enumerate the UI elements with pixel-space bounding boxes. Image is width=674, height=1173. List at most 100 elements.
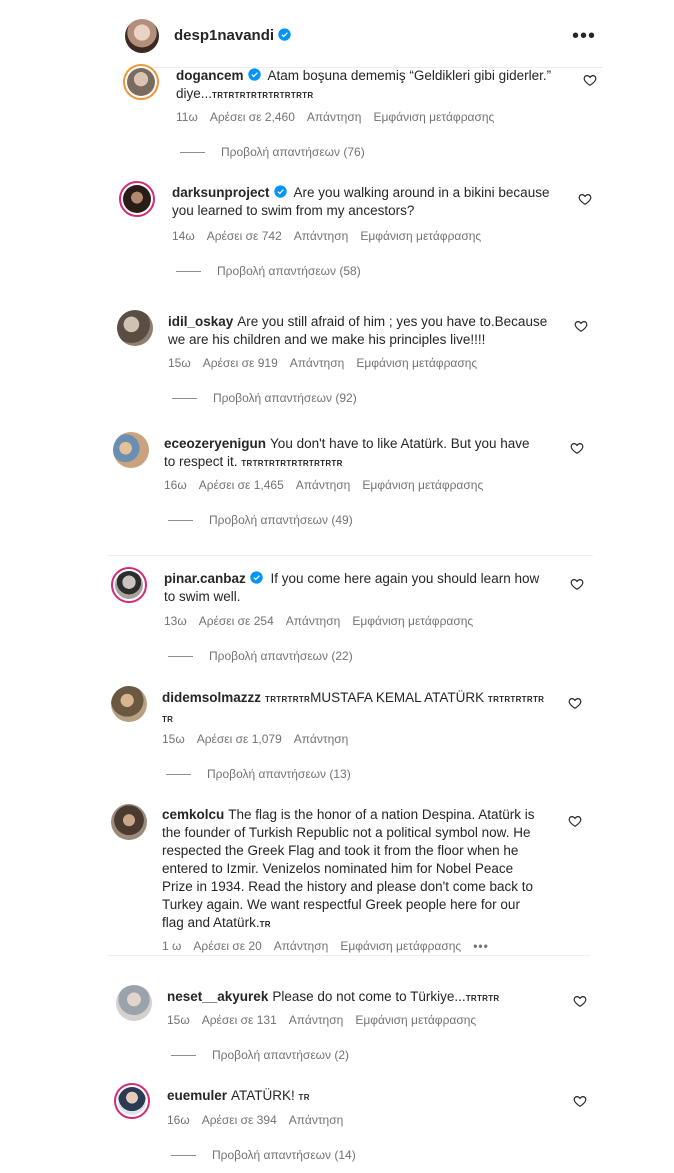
replies-line <box>168 520 193 522</box>
commenter-avatar[interactable] <box>111 804 147 840</box>
translate-button[interactable]: Εμφάνιση μετάφρασης <box>373 110 494 124</box>
verified-badge-icon <box>273 185 287 198</box>
comment-username[interactable]: euemuler <box>167 1088 227 1103</box>
likes-count[interactable]: Αρέσει σε 742 <box>207 229 282 243</box>
translate-button[interactable]: Εμφάνιση μετάφρασης <box>356 356 477 370</box>
reply-button[interactable]: Απάντηση <box>296 478 351 492</box>
heart-icon[interactable] <box>573 994 587 1008</box>
commenter-avatar[interactable] <box>113 432 149 468</box>
timestamp: 16ω <box>164 478 187 492</box>
comment-username[interactable]: dogancem <box>176 68 261 83</box>
author-avatar[interactable] <box>125 19 159 53</box>
heart-icon[interactable] <box>583 73 597 87</box>
comment-text: pinar.canbaz If you come here again you … <box>164 571 540 604</box>
commenter-avatar[interactable] <box>111 686 147 722</box>
verified-badge-icon <box>247 68 261 81</box>
view-replies-button[interactable]: Προβολή απαντήσεων (58) <box>176 264 361 278</box>
timestamp: 15ω <box>162 732 185 746</box>
comment-username[interactable]: pinar.canbaz <box>164 571 263 586</box>
likes-count[interactable]: Αρέσει σε 919 <box>203 356 278 370</box>
reply-button[interactable]: Απάντηση <box>289 1113 344 1127</box>
view-replies-button[interactable]: Προβολή απαντήσεων (13) <box>166 767 351 781</box>
reply-button[interactable]: Απάντηση <box>289 1013 344 1027</box>
turkey-flag-emoji: TRTRTRTRTRTRTRTRTR <box>212 91 314 100</box>
verified-badge-icon <box>278 28 291 41</box>
view-replies-button[interactable]: Προβολή απαντήσεων (14) <box>171 1148 356 1162</box>
comment-text: darksunproject Are you walking around in… <box>172 185 550 218</box>
comment-username[interactable]: cemkolcu <box>162 807 224 822</box>
timestamp: 1 ω <box>162 939 182 953</box>
comment-username[interactable]: neset__akyurek <box>167 989 268 1004</box>
commenter-avatar[interactable] <box>119 181 155 217</box>
reply-button[interactable]: Απάντηση <box>290 356 345 370</box>
comment-username[interactable]: idil_oskay <box>168 314 233 329</box>
heart-icon[interactable] <box>574 319 588 333</box>
replies-line <box>171 1055 196 1057</box>
likes-count[interactable]: Αρέσει σε 254 <box>199 614 274 628</box>
likes-count[interactable]: Αρέσει σε 394 <box>202 1113 277 1127</box>
heart-icon[interactable] <box>570 577 584 591</box>
comment-meta: 15ω Αρέσει σε 919 Απάντηση Εμφάνιση μετάφρα… <box>168 356 489 370</box>
comment-username[interactable]: darksunproject <box>172 185 287 200</box>
translate-button[interactable]: Εμφάνιση μετάφρασης <box>362 478 483 492</box>
commenter-avatar[interactable] <box>116 985 152 1021</box>
likes-count[interactable]: Αρέσει σε 1,079 <box>197 732 282 746</box>
divider <box>108 555 593 556</box>
view-replies-button[interactable]: Προβολή απαντήσεων (2) <box>171 1048 349 1062</box>
reply-button[interactable]: Απάντηση <box>294 732 349 746</box>
view-replies-button[interactable]: Προβολή απαντήσεων (49) <box>168 513 353 527</box>
timestamp: 15ω <box>167 1013 190 1027</box>
comment-meta: 15ω Αρέσει σε 1,079 Απάντηση <box>162 732 360 746</box>
turkey-flag-emoji: TR <box>162 715 174 724</box>
heart-icon[interactable] <box>568 696 582 710</box>
view-replies-button[interactable]: Προβολή απαντήσεων (22) <box>168 649 353 663</box>
commenter-avatar[interactable] <box>111 567 147 603</box>
comment-meta: 13ω Αρέσει σε 254 Απάντηση Εμφάνιση μετάφρα… <box>164 614 485 628</box>
likes-count[interactable]: Αρέσει σε 2,460 <box>210 110 295 124</box>
reply-button[interactable]: Απάντηση <box>274 939 329 953</box>
comment-text: dogancem Atam boşuna dememiş “Geldikleri… <box>176 68 552 101</box>
turkey-flag-emoji: TRTRTRTRTR <box>487 695 545 704</box>
translate-button[interactable]: Εμφάνιση μετάφρασης <box>360 229 481 243</box>
comment-username[interactable]: eceozeryenigun <box>164 436 266 451</box>
commenter-avatar[interactable] <box>117 310 153 346</box>
likes-count[interactable]: Αρέσει σε 1,465 <box>199 478 284 492</box>
comment-meta: 11ω Αρέσει σε 2,460 Απάντηση Εμφάνιση μετάφ… <box>176 110 506 124</box>
verified-badge-icon <box>250 571 263 584</box>
post-header: desp1navandi ••• <box>0 0 674 68</box>
heart-icon[interactable] <box>578 192 592 206</box>
timestamp: 11ω <box>176 110 198 124</box>
comment-options-button[interactable]: ••• <box>473 939 489 953</box>
comment-meta: 16ω Αρέσει σε 1,465 Απάντηση Εμφάνιση μετάφ… <box>164 478 495 492</box>
timestamp: 13ω <box>164 614 187 628</box>
comment-meta: 15ω Αρέσει σε 131 Απάντηση Εμφάνιση μετάφρα… <box>167 1013 488 1027</box>
heart-icon[interactable] <box>573 1094 587 1108</box>
comment-username[interactable]: didemsolmazzz <box>162 690 261 705</box>
reply-button[interactable]: Απάντηση <box>286 614 341 628</box>
likes-count[interactable]: Αρέσει σε 131 <box>202 1013 277 1027</box>
comment-meta: 14ω Αρέσει σε 742 Απάντηση Εμφάνιση μετάφρα… <box>172 229 493 243</box>
turkey-flag-emoji: TRTRTRTR <box>265 695 311 704</box>
comment-text: didemsolmazzz TRTRTRTRMUSTAFA KEMAL ATATÜ… <box>162 690 545 724</box>
likes-count[interactable]: Αρέσει σε 20 <box>193 939 261 953</box>
timestamp: 14ω <box>172 229 195 243</box>
translate-button[interactable]: Εμφάνιση μετάφρασης <box>355 1013 476 1027</box>
heart-icon[interactable] <box>570 441 584 455</box>
translate-button[interactable]: Εμφάνιση μετάφρασης <box>352 614 473 628</box>
replies-line <box>180 152 205 154</box>
view-replies-button[interactable]: Προβολή απαντήσεων (92) <box>172 391 357 405</box>
heart-icon[interactable] <box>568 814 582 828</box>
translate-button[interactable]: Εμφάνιση μετάφρασης <box>340 939 461 953</box>
author-username[interactable]: desp1navandi <box>174 27 291 44</box>
turkey-flag-emoji: TRTRTRTRTRTRTRTRTR <box>241 459 343 468</box>
commenter-avatar[interactable] <box>114 1083 150 1119</box>
divider <box>108 955 590 956</box>
commenter-avatar[interactable] <box>123 64 159 100</box>
reply-button[interactable]: Απάντηση <box>294 229 349 243</box>
comment-text: idil_oskay Are you still afraid of him ; … <box>168 314 548 347</box>
more-options-button[interactable]: ••• <box>572 26 596 46</box>
view-replies-button[interactable]: Προβολή απαντήσεων (76) <box>180 145 365 159</box>
comment-text: cemkolcu The flag is the honor of a natio… <box>162 807 535 930</box>
reply-button[interactable]: Απάντηση <box>307 110 362 124</box>
turkey-flag-emoji: TR <box>259 920 271 929</box>
